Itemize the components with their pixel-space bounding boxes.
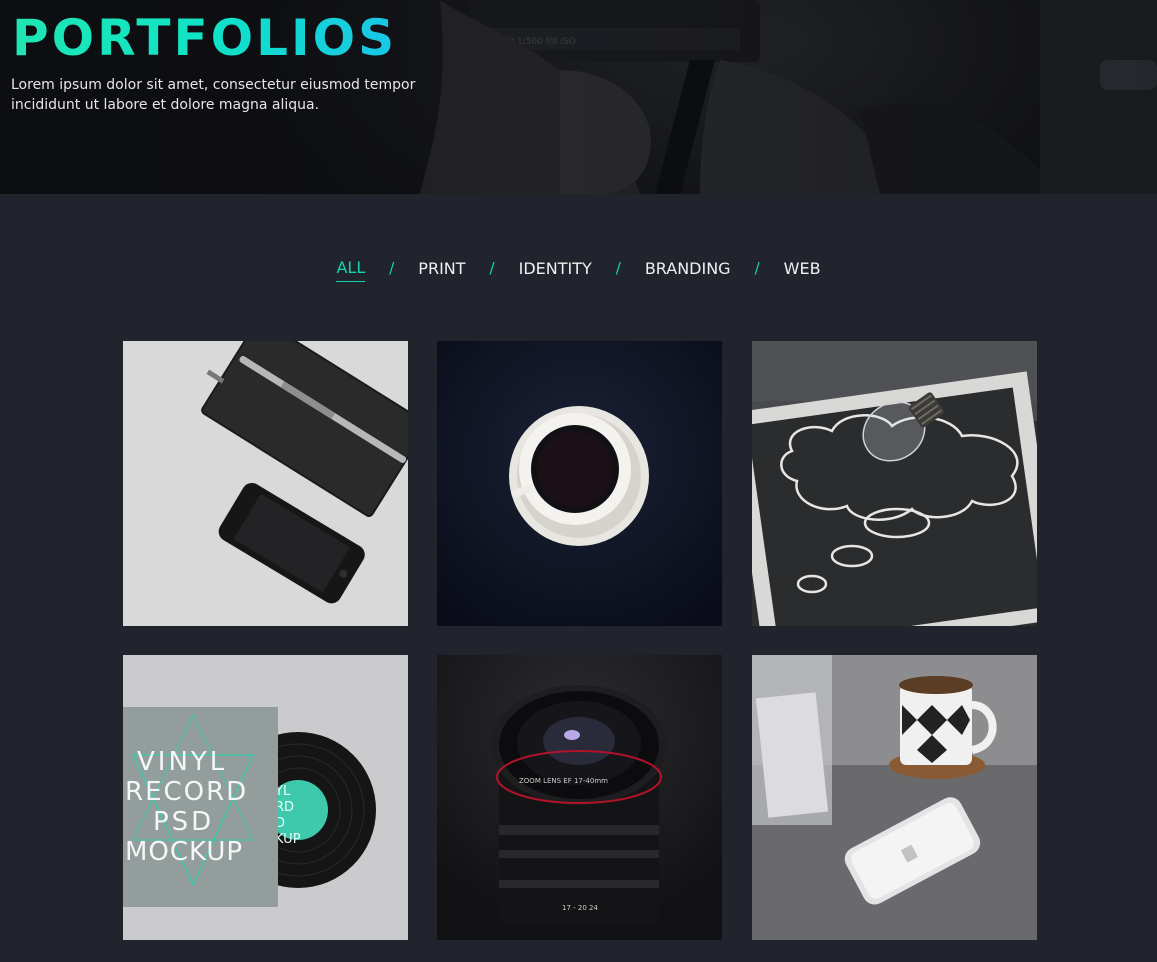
lens-marking: ZOOM LENS EF 17-40mm <box>519 777 608 785</box>
vinyl-cover-title: VINYL <box>137 747 227 777</box>
camera-lens-image: ZOOM LENS EF 17-40mm 17 - 20 24 <box>437 655 722 940</box>
lightbulb-chalkboard-image <box>752 341 1037 626</box>
hero-banner: M ISO 1/500 f/8 ISO PORTFOLIOS Lorem ips… <box>0 0 1157 194</box>
filter-separator: / <box>389 259 395 277</box>
filter-separator: / <box>615 259 621 277</box>
lens-focal-scale: 17 - 20 24 <box>562 904 598 912</box>
portfolio-item-vinyl[interactable]: YL RD D KUP VINYL RECORD PSD MOCKUP <box>123 655 408 940</box>
notebook-phone-image <box>123 341 408 626</box>
portfolio-item-mug-phone[interactable] <box>752 655 1037 940</box>
page-title: PORTFOLIOS <box>12 9 398 67</box>
filter-print[interactable]: PRINT <box>418 259 465 282</box>
vinyl-cover-title: RECORD <box>125 777 248 807</box>
vinyl-cover-title: PSD <box>153 807 214 837</box>
coffee-cup-image <box>437 341 722 626</box>
filter-web[interactable]: WEB <box>784 259 821 282</box>
portfolio-item-coffee[interactable] <box>437 341 722 626</box>
filter-all[interactable]: ALL <box>336 258 366 282</box>
vinyl-label-line: KUP <box>275 832 301 847</box>
vinyl-record-image: YL RD D KUP VINYL RECORD PSD MOCKUP <box>123 655 408 940</box>
filter-separator: / <box>489 259 495 277</box>
vinyl-cover-title: MOCKUP <box>125 837 243 867</box>
portfolio-item-notebook[interactable] <box>123 341 408 626</box>
filter-branding[interactable]: BRANDING <box>645 259 731 282</box>
filter-identity[interactable]: IDENTITY <box>519 259 592 282</box>
portfolio-item-lightbulb[interactable] <box>752 341 1037 626</box>
portfolio-item-camera-lens[interactable]: ZOOM LENS EF 17-40mm 17 - 20 24 <box>437 655 722 940</box>
page-subtitle: Lorem ipsum dolor sit amet, consectetur … <box>11 77 416 113</box>
filter-separator: / <box>754 259 760 277</box>
mug-phone-image <box>752 655 1037 940</box>
portfolio-filter-nav: ALL / PRINT / IDENTITY / BRANDING / WEB <box>0 256 1157 284</box>
